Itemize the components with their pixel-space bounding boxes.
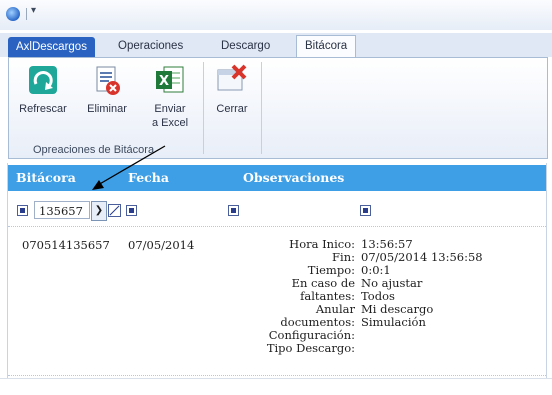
observaciones-values: 13:56:57 07/05/2014 13:56:58 0:0:1 No aj… xyxy=(361,238,483,355)
clear-filter-icon[interactable] xyxy=(108,204,121,217)
filter-dropdown-button[interactable]: ❯ xyxy=(91,201,107,221)
tab-axldescargos[interactable]: AxlDescargos xyxy=(8,37,95,57)
quick-access-dropdown-icon[interactable]: ▾ xyxy=(31,5,36,16)
app-icon[interactable] xyxy=(6,7,20,21)
cell-bitacora: 070514135657 xyxy=(22,238,110,252)
filter-condition-icon-fecha[interactable] xyxy=(126,205,137,216)
export-excel-label-2: a Excel xyxy=(151,117,189,129)
title-bar: ▾ xyxy=(0,0,552,30)
filter-condition-icon-col3[interactable] xyxy=(228,205,239,216)
refresh-icon xyxy=(27,64,59,96)
close-icon xyxy=(216,64,248,96)
delete-icon xyxy=(91,64,123,96)
close-label: Cerrar xyxy=(216,103,248,115)
filter-input-bitacora[interactable]: 135657 xyxy=(34,201,90,219)
observaciones-labels: Hora Inico: Fin: Tiempo: En caso de falt… xyxy=(223,238,355,355)
export-excel-label-1: Enviar xyxy=(154,103,186,115)
svg-text:X: X xyxy=(159,74,169,89)
detail-value: Simulación xyxy=(361,315,426,329)
export-excel-button[interactable]: X Enviar a Excel xyxy=(142,64,198,130)
tab-bitacora[interactable]: Bitácora xyxy=(296,35,357,58)
excel-icon: X xyxy=(154,64,186,96)
group-separator xyxy=(203,62,204,154)
delete-button[interactable]: Eliminar xyxy=(79,64,135,116)
table-row[interactable]: 070514135657 07/05/2014 Hora Inico: Fin:… xyxy=(8,230,546,376)
delete-label: Eliminar xyxy=(87,103,127,115)
ribbon-tab-strip: AxlDescargos Operaciones Descargo Bitáco… xyxy=(0,33,552,58)
group-separator-2 xyxy=(261,62,262,154)
tab-descargo[interactable]: Descargo xyxy=(213,36,278,56)
detail-label: Tipo Descargo: xyxy=(266,341,355,355)
close-button[interactable]: Cerrar xyxy=(207,64,257,116)
column-header-fecha[interactable]: Fecha xyxy=(128,170,169,185)
cell-fecha: 07/05/2014 xyxy=(128,238,195,252)
grid-right-border xyxy=(546,163,547,378)
filter-condition-icon-bitacora[interactable] xyxy=(17,205,28,216)
filter-row: 135657 ❯ xyxy=(8,196,546,227)
ribbon-panel: Refrescar Eliminar X Enviar a Excel Cerr… xyxy=(8,57,548,159)
detail-value xyxy=(361,329,483,342)
filter-condition-icon-observaciones[interactable] xyxy=(360,205,371,216)
tab-operaciones[interactable]: Operaciones xyxy=(110,36,191,56)
detail-value xyxy=(361,342,483,355)
quick-access-separator xyxy=(26,8,27,20)
ribbon-group-label: Opreaciones de Bitácora xyxy=(33,144,155,156)
refresh-button[interactable]: Refrescar xyxy=(15,64,71,116)
grid-header: Bitácora Fecha Observaciones xyxy=(8,165,546,191)
refresh-label: Refrescar xyxy=(19,103,67,115)
column-header-bitacora[interactable]: Bitácora xyxy=(16,170,76,185)
column-header-observaciones[interactable]: Observaciones xyxy=(243,170,344,185)
bottom-divider xyxy=(0,378,552,379)
